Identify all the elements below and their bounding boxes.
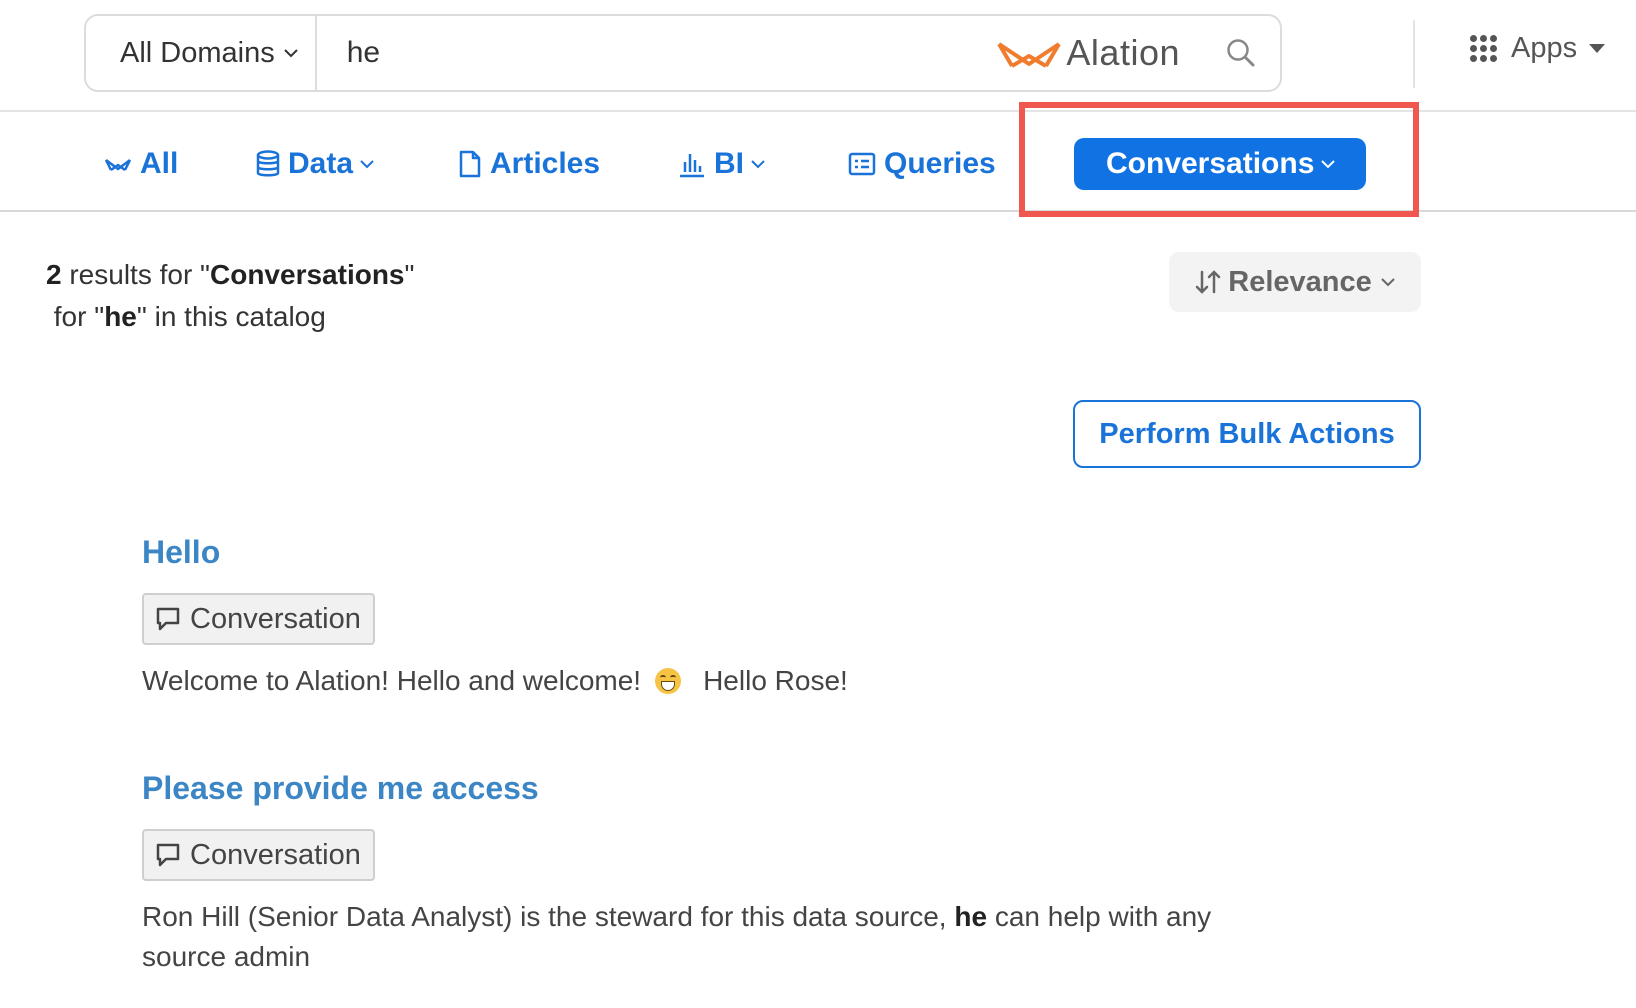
tab-queries-label: Queries: [884, 147, 996, 180]
highlight-box: [1019, 102, 1419, 217]
search-result: Hello Conversation Welcome to Alation! H…: [142, 534, 1302, 701]
tab-data[interactable]: Data: [256, 138, 375, 190]
divider: [1413, 20, 1415, 88]
snippet-text: Ron Hill (Senior Data Analyst) is the st…: [142, 901, 955, 932]
domain-selector[interactable]: All Domains: [86, 16, 317, 90]
snippet-highlight: he: [954, 901, 988, 932]
bulk-actions-button[interactable]: Perform Bulk Actions: [1073, 400, 1421, 468]
chevron-down-icon: [284, 49, 298, 58]
alation-logo: Alation: [996, 32, 1180, 74]
search-result: Please provide me access Conversation Ro…: [142, 770, 1302, 977]
document-icon: [459, 150, 481, 178]
database-icon: [256, 150, 280, 177]
apps-grid-icon: [1470, 35, 1497, 62]
brand-name: Alation: [1066, 32, 1180, 73]
query-icon: [848, 152, 876, 176]
snippet-text: Hello Rose!: [703, 665, 848, 696]
search-icon[interactable]: [1226, 38, 1256, 68]
bar-chart-icon: [680, 154, 704, 178]
result-title-link[interactable]: Please provide me access: [142, 770, 1302, 807]
search-bar: All Domains Alation: [84, 14, 1282, 92]
summary-text: ": [404, 259, 415, 290]
apps-label: Apps: [1511, 32, 1578, 64]
tab-articles[interactable]: Articles: [458, 138, 600, 190]
caret-down-icon: [1589, 43, 1606, 53]
tab-data-label: Data: [288, 147, 354, 180]
result-snippet: Welcome to Alation! Hello and welcome! He…: [142, 661, 1302, 701]
summary-query: he: [104, 301, 137, 332]
result-title-link[interactable]: Hello: [142, 534, 1302, 571]
sort-dropdown[interactable]: Relevance: [1169, 252, 1421, 312]
type-badge: Conversation: [142, 593, 375, 645]
summary-text: for ": [46, 301, 105, 332]
summary-text: " in this catalog: [136, 301, 326, 332]
results-summary: 2 results for "Conversations" for "he" i…: [46, 254, 414, 338]
type-badge-label: Conversation: [190, 602, 361, 635]
sort-label: Relevance: [1228, 265, 1372, 298]
alation-logo-icon: [104, 159, 132, 172]
snippet-text: Welcome to Alation! Hello and welcome!: [142, 665, 642, 696]
result-count: 2: [46, 259, 62, 290]
search-input[interactable]: [316, 23, 997, 83]
tab-bi-label: BI: [714, 147, 744, 180]
chevron-down-icon: [751, 160, 765, 169]
grinning-face-emoji-icon: [655, 668, 682, 694]
type-badge-label: Conversation: [190, 838, 361, 871]
tab-all-label: All: [140, 147, 179, 180]
tab-bi[interactable]: BI: [678, 138, 766, 190]
apps-menu[interactable]: Apps: [1470, 32, 1606, 65]
chat-bubble-icon: [156, 843, 180, 867]
type-badge: Conversation: [142, 829, 375, 881]
chevron-down-icon: [1381, 278, 1395, 287]
tab-articles-label: Articles: [490, 147, 601, 180]
chevron-down-icon: [360, 160, 374, 169]
result-snippet: Ron Hill (Senior Data Analyst) is the st…: [142, 897, 1302, 977]
alation-logo-icon: [997, 42, 1062, 68]
summary-text: results for ": [61, 259, 210, 290]
domain-selector-label: All Domains: [120, 36, 275, 69]
bulk-actions-label: Perform Bulk Actions: [1099, 417, 1395, 450]
sort-icon: [1196, 270, 1221, 294]
tab-all[interactable]: All: [104, 138, 178, 190]
tab-queries[interactable]: Queries: [848, 138, 996, 190]
chat-bubble-icon: [156, 607, 180, 631]
summary-category: Conversations: [210, 259, 405, 290]
top-bar: All Domains Alation Apps: [0, 0, 1636, 112]
